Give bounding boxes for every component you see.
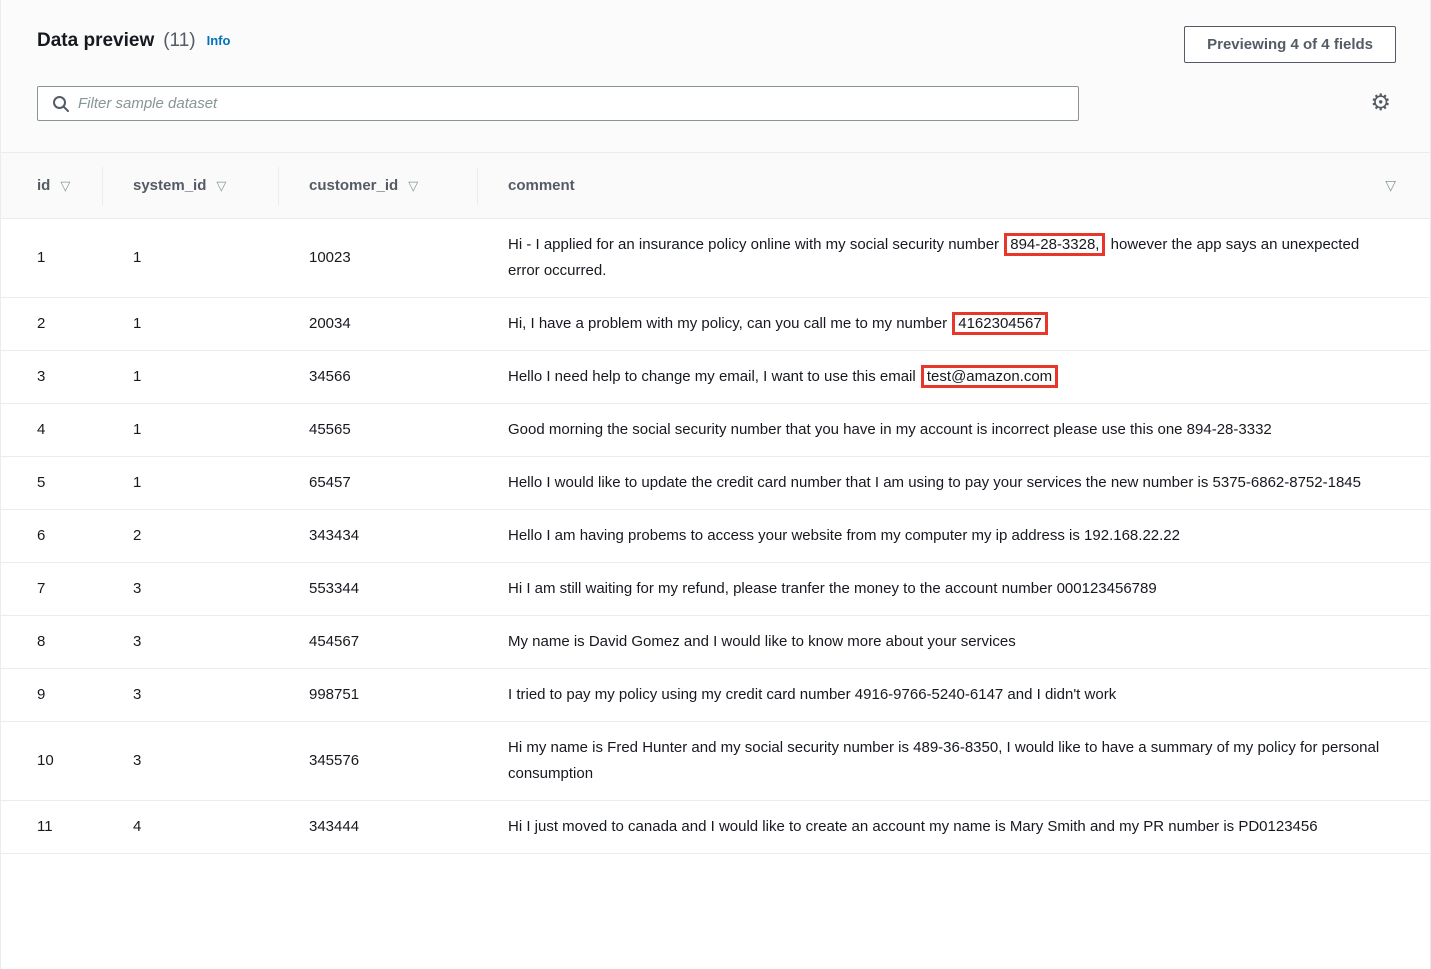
column-label: system_id xyxy=(133,177,207,194)
panel-header: Data preview (11) Info Previewing 4 of 4… xyxy=(1,0,1430,152)
filter-search-box[interactable] xyxy=(37,86,1079,121)
data-preview-table: id ▽ system_id ▽ customer_id ▽ comment ▽ 1 … xyxy=(1,152,1430,854)
pii-highlight-box: 894-28-3328, xyxy=(1004,233,1106,256)
cell-comment: I tried to pay my policy using my credit… xyxy=(478,669,1430,722)
cell-system-id: 3 xyxy=(133,633,142,650)
cell-customer-id: 343434 xyxy=(309,527,360,544)
cell-id: 10 xyxy=(37,752,54,769)
cell-id: 7 xyxy=(37,580,46,597)
comment-text: I tried to pay my policy using my credit… xyxy=(508,686,1117,703)
title-row: Data preview (11) Info Previewing 4 of 4… xyxy=(37,26,1396,63)
cell-system-id: 3 xyxy=(133,752,142,769)
comment-text: Good morning the social security number … xyxy=(508,421,1272,438)
gear-icon[interactable]: ⚙ xyxy=(1370,92,1391,115)
comment-text: Hi - I applied for an insurance policy o… xyxy=(508,236,1004,253)
cell-id: 2 xyxy=(37,315,46,332)
cell-comment: Hi I am still waiting for my refund, ple… xyxy=(478,563,1430,616)
sort-icon: ▽ xyxy=(60,179,71,194)
cell-id: 4 xyxy=(37,421,46,438)
cell-system-id: 1 xyxy=(133,315,142,332)
column-header-id[interactable]: id ▽ xyxy=(1,152,103,219)
search-icon xyxy=(53,95,69,112)
table-body: 1 1 10023 Hi - I applied for an insuranc… xyxy=(1,219,1430,854)
table-row: 7 3 553344 Hi I am still waiting for my … xyxy=(1,562,1430,616)
info-link[interactable]: Info xyxy=(207,33,231,48)
cell-customer-id: 34566 xyxy=(309,368,351,385)
comment-text: Hi, I have a problem with my policy, can… xyxy=(508,315,952,332)
pii-highlight-box: 4162304567 xyxy=(952,312,1048,335)
cell-system-id: 1 xyxy=(133,474,142,491)
sort-icon: ▽ xyxy=(408,179,419,194)
cell-comment: Good morning the social security number … xyxy=(478,404,1430,457)
cell-customer-id: 553344 xyxy=(309,580,360,597)
filter-row: ⚙ xyxy=(37,86,1396,121)
cell-customer-id: 20034 xyxy=(309,315,351,332)
column-label: comment xyxy=(508,177,575,194)
table-row: 2 1 20034 Hi, I have a problem with my p… xyxy=(1,297,1430,351)
cell-id: 6 xyxy=(37,527,46,544)
cell-comment: Hi I just moved to canada and I would li… xyxy=(478,801,1430,854)
table-row: 3 1 34566 Hello I need help to change my… xyxy=(1,350,1430,404)
column-header-system-id[interactable]: system_id ▽ xyxy=(103,152,279,219)
table-header-row: id ▽ system_id ▽ customer_id ▽ comment ▽ xyxy=(1,152,1430,219)
cell-id: 5 xyxy=(37,474,46,491)
table-row: 8 3 454567 My name is David Gomez and I … xyxy=(1,615,1430,669)
cell-customer-id: 343444 xyxy=(309,818,360,835)
filter-input[interactable] xyxy=(78,95,1068,112)
comment-text: My name is David Gomez and I would like … xyxy=(508,633,1016,650)
table-row: 9 3 998751 I tried to pay my policy usin… xyxy=(1,668,1430,722)
cell-system-id: 1 xyxy=(133,421,142,438)
sort-icon: ▽ xyxy=(216,179,227,194)
table-row: 5 1 65457 Hello I would like to update t… xyxy=(1,456,1430,510)
comment-text: Hello I would like to update the credit … xyxy=(508,474,1361,491)
cell-id: 11 xyxy=(37,818,53,835)
cell-comment: Hello I am having probems to access your… xyxy=(478,510,1430,563)
comment-text: Hi I just moved to canada and I would li… xyxy=(508,818,1318,835)
column-header-customer-id[interactable]: customer_id ▽ xyxy=(279,152,478,219)
table-row: 11 4 343444 Hi I just moved to canada an… xyxy=(1,800,1430,854)
cell-customer-id: 345576 xyxy=(309,752,360,769)
cell-system-id: 3 xyxy=(133,686,142,703)
cell-id: 3 xyxy=(37,368,46,385)
comment-text: Hello I need help to change my email, I … xyxy=(508,368,920,385)
column-label: customer_id xyxy=(309,177,399,194)
previewing-fields-button[interactable]: Previewing 4 of 4 fields xyxy=(1184,26,1396,63)
column-header-comment[interactable]: comment ▽ xyxy=(478,152,1430,219)
cell-system-id: 1 xyxy=(133,249,142,266)
cell-comment: Hi, I have a problem with my policy, can… xyxy=(478,298,1430,351)
title-group: Data preview (11) Info xyxy=(37,26,230,52)
cell-customer-id: 45565 xyxy=(309,421,351,438)
cell-system-id: 3 xyxy=(133,580,142,597)
cell-customer-id: 65457 xyxy=(309,474,351,491)
table-row: 10 3 345576 Hi my name is Fred Hunter an… xyxy=(1,721,1430,801)
cell-customer-id: 998751 xyxy=(309,686,360,703)
cell-system-id: 4 xyxy=(133,818,142,835)
cell-id: 9 xyxy=(37,686,46,703)
table-row: 6 2 343434 Hello I am having probems to … xyxy=(1,509,1430,563)
column-label: id xyxy=(37,177,51,194)
table-row: 1 1 10023 Hi - I applied for an insuranc… xyxy=(1,219,1430,298)
cell-comment: Hello I need help to change my email, I … xyxy=(478,351,1430,404)
cell-comment: Hi my name is Fred Hunter and my social … xyxy=(478,722,1430,801)
comment-text: Hi I am still waiting for my refund, ple… xyxy=(508,580,1157,597)
data-preview-panel: Data preview (11) Info Previewing 4 of 4… xyxy=(0,0,1431,969)
cell-id: 8 xyxy=(37,633,46,650)
header-sort-icon-right[interactable]: ▽ xyxy=(1385,178,1396,194)
table-row: 4 1 45565 Good morning the social securi… xyxy=(1,403,1430,457)
cell-customer-id: 10023 xyxy=(309,249,351,266)
comment-text: Hi my name is Fred Hunter and my social … xyxy=(508,739,1380,782)
cell-system-id: 2 xyxy=(133,527,142,544)
comment-text: Hello I am having probems to access your… xyxy=(508,527,1180,544)
cell-comment: Hi - I applied for an insurance policy o… xyxy=(478,219,1430,298)
page-title: Data preview xyxy=(37,30,155,51)
cell-customer-id: 454567 xyxy=(309,633,360,650)
pii-highlight-box: test@amazon.com xyxy=(920,365,1059,388)
cell-system-id: 1 xyxy=(133,368,142,385)
cell-comment: My name is David Gomez and I would like … xyxy=(478,616,1430,669)
cell-comment: Hello I would like to update the credit … xyxy=(478,457,1430,510)
row-count-badge: (11) xyxy=(163,30,196,51)
cell-id: 1 xyxy=(37,249,46,266)
